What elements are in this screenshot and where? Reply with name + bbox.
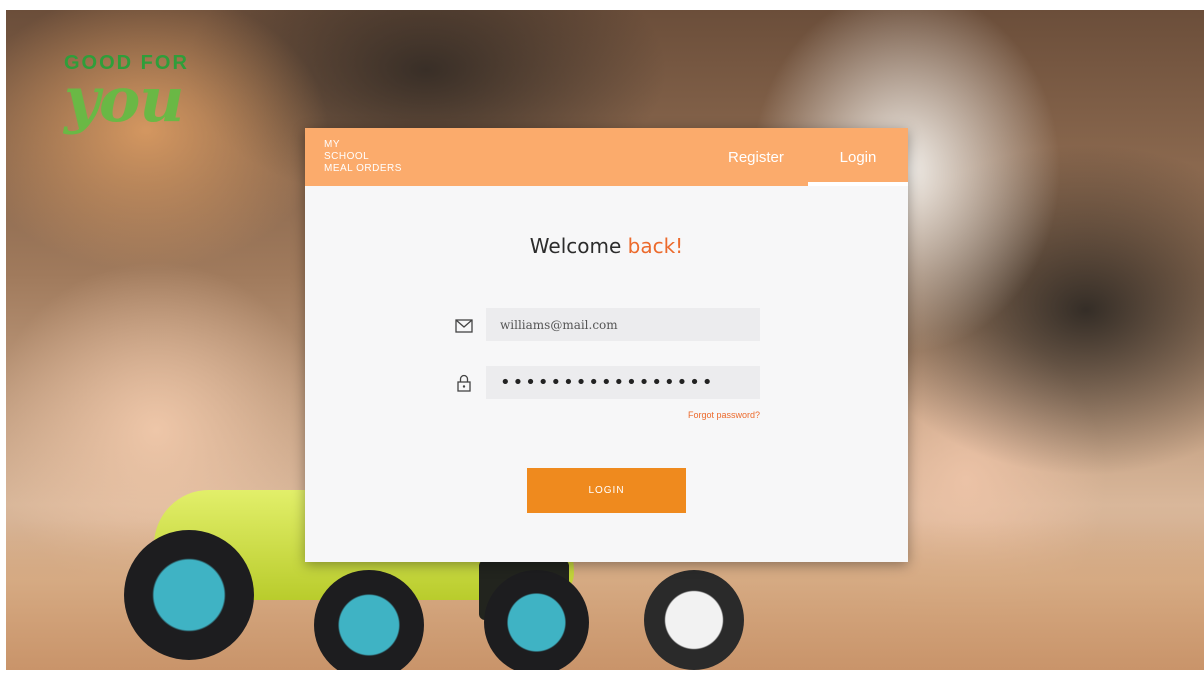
active-tab-indicator — [808, 182, 908, 186]
welcome-text: Welcome — [529, 234, 628, 258]
login-button[interactable]: LOGIN — [527, 468, 686, 513]
toy-car-wheel — [644, 570, 744, 670]
good-for-you-logo: GOOD FOR you — [64, 52, 189, 136]
toy-car-wheel — [124, 530, 254, 660]
app-brand[interactable]: MY SCHOOL MEAL ORDERS — [324, 139, 402, 175]
toy-car-wheel — [484, 570, 589, 670]
login-card: MY SCHOOL MEAL ORDERS Register Login Wel… — [305, 128, 908, 562]
logo-line-bottom: you — [64, 63, 184, 136]
welcome-accent-text: back! — [627, 234, 684, 258]
envelope-icon — [455, 317, 473, 335]
lock-icon — [455, 374, 473, 392]
email-field[interactable] — [486, 308, 760, 341]
forgot-password-link[interactable]: Forgot password? — [486, 410, 760, 420]
brand-line: MEAL ORDERS — [324, 163, 402, 174]
password-field[interactable] — [486, 366, 760, 399]
card-header: MY SCHOOL MEAL ORDERS Register Login — [305, 128, 908, 186]
welcome-heading: Welcome back! — [305, 234, 908, 258]
nav-register[interactable]: Register — [728, 128, 784, 186]
brand-line: SCHOOL — [324, 151, 370, 162]
nav-login[interactable]: Login — [808, 128, 908, 186]
brand-line: MY — [324, 139, 340, 150]
toy-car-wheel — [314, 570, 424, 670]
